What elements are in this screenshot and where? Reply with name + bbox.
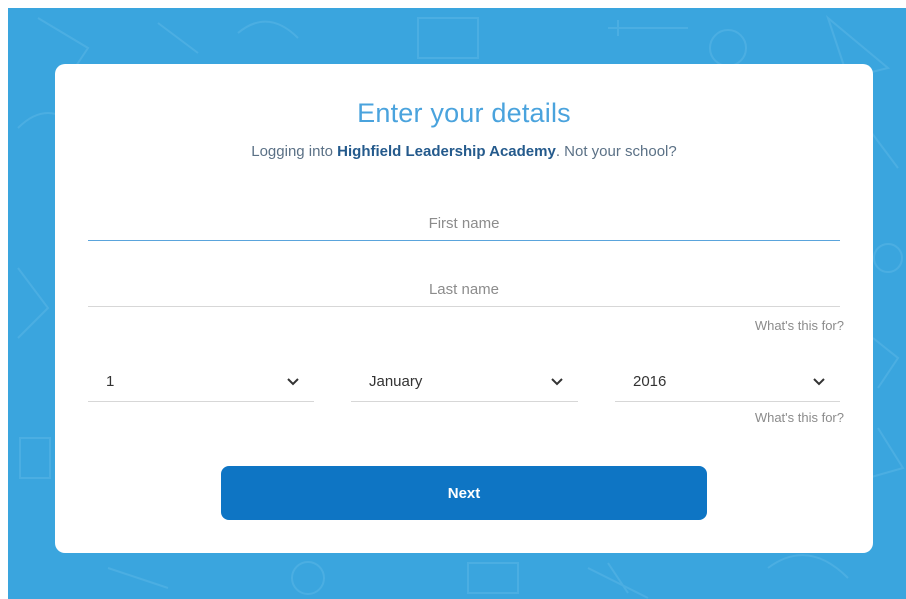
- dob-help-link[interactable]: What's this for?: [755, 410, 844, 425]
- dob-month-value: January: [369, 373, 423, 390]
- page-background: Enter your details Logging into Highfiel…: [8, 8, 906, 599]
- chevron-down-icon: [287, 378, 299, 386]
- dob-year-select[interactable]: 2016: [615, 364, 840, 402]
- dob-month-select[interactable]: January: [351, 364, 578, 402]
- dob-day-value: 1: [106, 373, 115, 390]
- subtitle-prefix: Logging into: [251, 143, 338, 160]
- first-name-input[interactable]: [88, 206, 840, 240]
- dob-year-value: 2016: [633, 373, 667, 390]
- school-name: Highfield Leadership Academy: [337, 143, 556, 160]
- dob-day-select[interactable]: 1: [88, 364, 314, 402]
- chevron-down-icon: [813, 378, 825, 386]
- next-button[interactable]: Next: [221, 466, 707, 520]
- subtitle-suffix: .: [555, 143, 565, 160]
- chevron-down-icon: [551, 378, 563, 386]
- page-title: Enter your details: [357, 98, 571, 128]
- school-subtitle: Logging into Highfield Leadership Academ…: [55, 143, 873, 160]
- last-name-field-wrapper: [88, 272, 840, 307]
- last-name-input[interactable]: [88, 272, 840, 306]
- not-your-school-link[interactable]: Not your school?: [564, 143, 677, 160]
- first-name-field-wrapper: [88, 206, 840, 241]
- login-card: Enter your details Logging into Highfiel…: [55, 64, 873, 553]
- name-help-link[interactable]: What's this for?: [755, 318, 844, 333]
